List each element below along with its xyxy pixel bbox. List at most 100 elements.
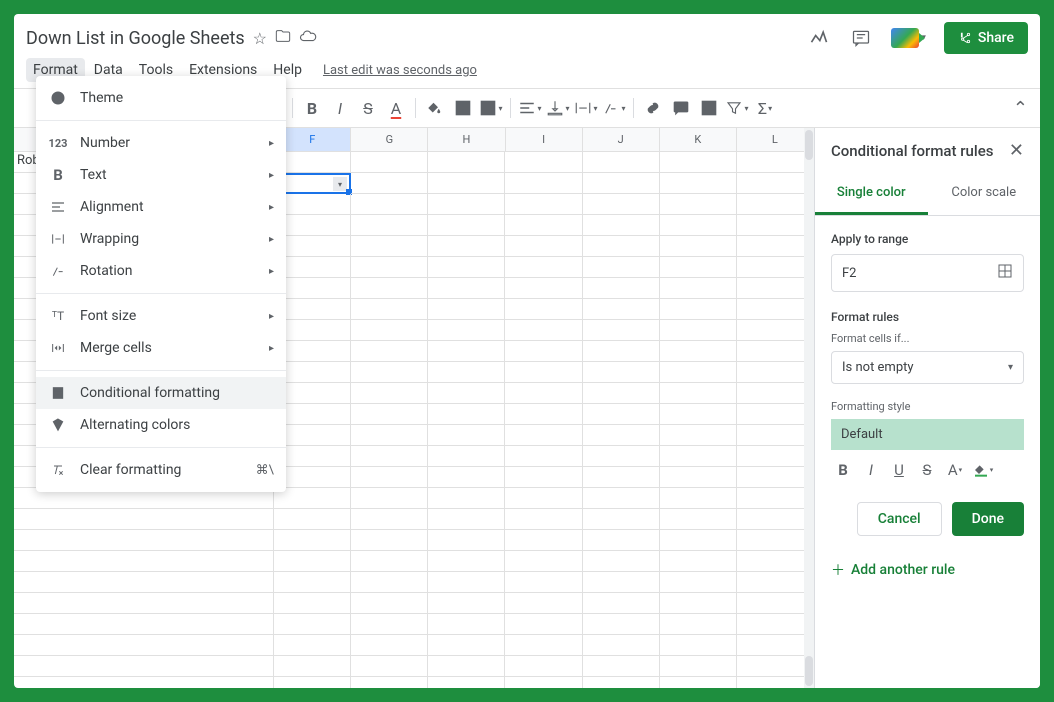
star-icon[interactable]: ☆ (253, 29, 267, 48)
dropdown-arrow-icon[interactable]: ▾ (333, 177, 347, 191)
wrap-button[interactable] (573, 95, 599, 121)
style-label: Formatting style (831, 400, 1024, 413)
range-input[interactable]: F2 (831, 254, 1024, 292)
chevron-right-icon: ▸ (269, 266, 274, 277)
chevron-right-icon: ▸ (269, 138, 274, 149)
wrapping-icon (48, 229, 68, 249)
alignment-icon (48, 197, 68, 217)
menu-item-wrapping[interactable]: Wrapping ▸ (36, 223, 286, 255)
toolbar-collapse-icon[interactable]: ⌃ (1013, 98, 1028, 119)
menu-item-alternating-colors[interactable]: Alternating colors (36, 409, 286, 441)
alternating-colors-icon (48, 415, 68, 435)
cloud-icon[interactable] (299, 27, 317, 49)
style-underline-button[interactable]: U (887, 458, 911, 482)
menu-item-clear-formatting[interactable]: Clear formatting ⌘\ (36, 454, 286, 486)
align-h-button[interactable] (517, 95, 543, 121)
borders-button[interactable] (450, 95, 476, 121)
style-bold-button[interactable]: B (831, 458, 855, 482)
tab-single-color[interactable]: Single color (815, 173, 928, 215)
header-actions: ▾ Share (807, 22, 1028, 54)
cell[interactable] (660, 152, 737, 173)
range-value: F2 (842, 266, 857, 281)
apply-range-label: Apply to range (831, 232, 1024, 246)
cell[interactable] (583, 152, 660, 173)
cancel-button[interactable]: Cancel (857, 502, 942, 536)
menu-item-font-size[interactable]: ᵀT Font size ▸ (36, 300, 286, 332)
style-text-color-button[interactable]: A (943, 458, 967, 482)
document-title[interactable]: Down List in Google Sheets (26, 28, 245, 49)
chevron-right-icon: ▸ (269, 343, 274, 354)
cell[interactable] (428, 152, 505, 173)
activity-icon[interactable] (807, 26, 831, 50)
menu-item-theme[interactable]: Theme (36, 82, 286, 114)
strikethrough-button[interactable]: S (355, 95, 381, 121)
condition-select[interactable]: Is not empty (831, 351, 1024, 384)
merge-button[interactable] (478, 95, 504, 121)
add-rule-button[interactable]: ＋ Add another rule (831, 560, 1024, 580)
cell[interactable] (351, 173, 428, 194)
done-button[interactable]: Done (952, 502, 1024, 536)
col-header-g[interactable]: G (351, 128, 428, 151)
menu-item-number[interactable]: 123 Number ▸ (36, 127, 286, 159)
align-v-button[interactable] (545, 95, 571, 121)
col-header-l[interactable]: L (737, 128, 814, 151)
app-window: Down List in Google Sheets ☆ ▾ Share For… (14, 14, 1040, 688)
menu-item-alignment[interactable]: Alignment ▸ (36, 191, 286, 223)
last-edit-link[interactable]: Last edit was seconds ago (323, 63, 477, 78)
share-button[interactable]: Share (944, 22, 1028, 54)
title-icons: ☆ (253, 27, 317, 49)
vertical-scrollbar[interactable] (804, 128, 814, 688)
close-icon[interactable]: ✕ (1009, 140, 1024, 161)
menu-item-conditional-formatting[interactable]: Conditional formatting (36, 377, 286, 409)
link-button[interactable] (640, 95, 666, 121)
number-icon: 123 (48, 133, 68, 153)
format-rules-label: Format rules (831, 310, 1024, 324)
meet-icon (891, 28, 919, 48)
style-italic-button[interactable]: I (859, 458, 883, 482)
meet-button[interactable]: ▾ (891, 28, 926, 48)
theme-icon (48, 88, 68, 108)
style-fill-color-button[interactable] (971, 458, 995, 482)
cell[interactable] (583, 173, 660, 194)
rotate-button[interactable] (601, 95, 627, 121)
comment-icon[interactable] (849, 26, 873, 50)
clear-shortcut: ⌘\ (256, 463, 274, 478)
cell[interactable] (505, 173, 582, 194)
cell[interactable] (505, 152, 582, 173)
fill-color-button[interactable] (422, 95, 448, 121)
font-size-icon: ᵀT (48, 306, 68, 326)
clear-format-icon (48, 460, 68, 480)
cell[interactable] (428, 173, 505, 194)
tab-color-scale[interactable]: Color scale (928, 173, 1041, 215)
select-range-icon[interactable] (997, 263, 1013, 283)
col-header-j[interactable]: J (583, 128, 660, 151)
chevron-right-icon: ▸ (269, 170, 274, 181)
conditional-format-sidebar: Conditional format rules ✕ Single color … (814, 128, 1040, 688)
cell[interactable] (737, 173, 814, 194)
menu-item-rotation[interactable]: Rotation ▸ (36, 255, 286, 287)
style-strike-button[interactable]: S (915, 458, 939, 482)
filter-button[interactable] (724, 95, 750, 121)
move-icon[interactable] (275, 28, 291, 48)
functions-button[interactable]: Σ (752, 95, 778, 121)
cell[interactable] (351, 152, 428, 173)
text-color-button[interactable]: A (383, 95, 409, 121)
menu-item-text[interactable]: B Text ▸ (36, 159, 286, 191)
chevron-right-icon: ▸ (269, 234, 274, 245)
style-preview[interactable]: Default (831, 419, 1024, 450)
comment-toolbar-button[interactable] (668, 95, 694, 121)
chart-button[interactable] (696, 95, 722, 121)
col-header-k[interactable]: K (660, 128, 737, 151)
italic-button[interactable]: I (327, 95, 353, 121)
sidebar-title: Conditional format rules (831, 142, 993, 160)
format-cells-if-label: Format cells if... (831, 332, 1024, 345)
scrollbar-thumb-top[interactable] (805, 130, 813, 160)
titlebar: Down List in Google Sheets ☆ ▾ Share (14, 14, 1040, 56)
bold-button[interactable]: B (299, 95, 325, 121)
cell[interactable] (660, 173, 737, 194)
scrollbar-thumb-bottom[interactable] (805, 656, 813, 686)
col-header-i[interactable]: I (506, 128, 583, 151)
col-header-h[interactable]: H (428, 128, 505, 151)
menu-item-merge-cells[interactable]: Merge cells ▸ (36, 332, 286, 364)
cell[interactable] (737, 152, 814, 173)
